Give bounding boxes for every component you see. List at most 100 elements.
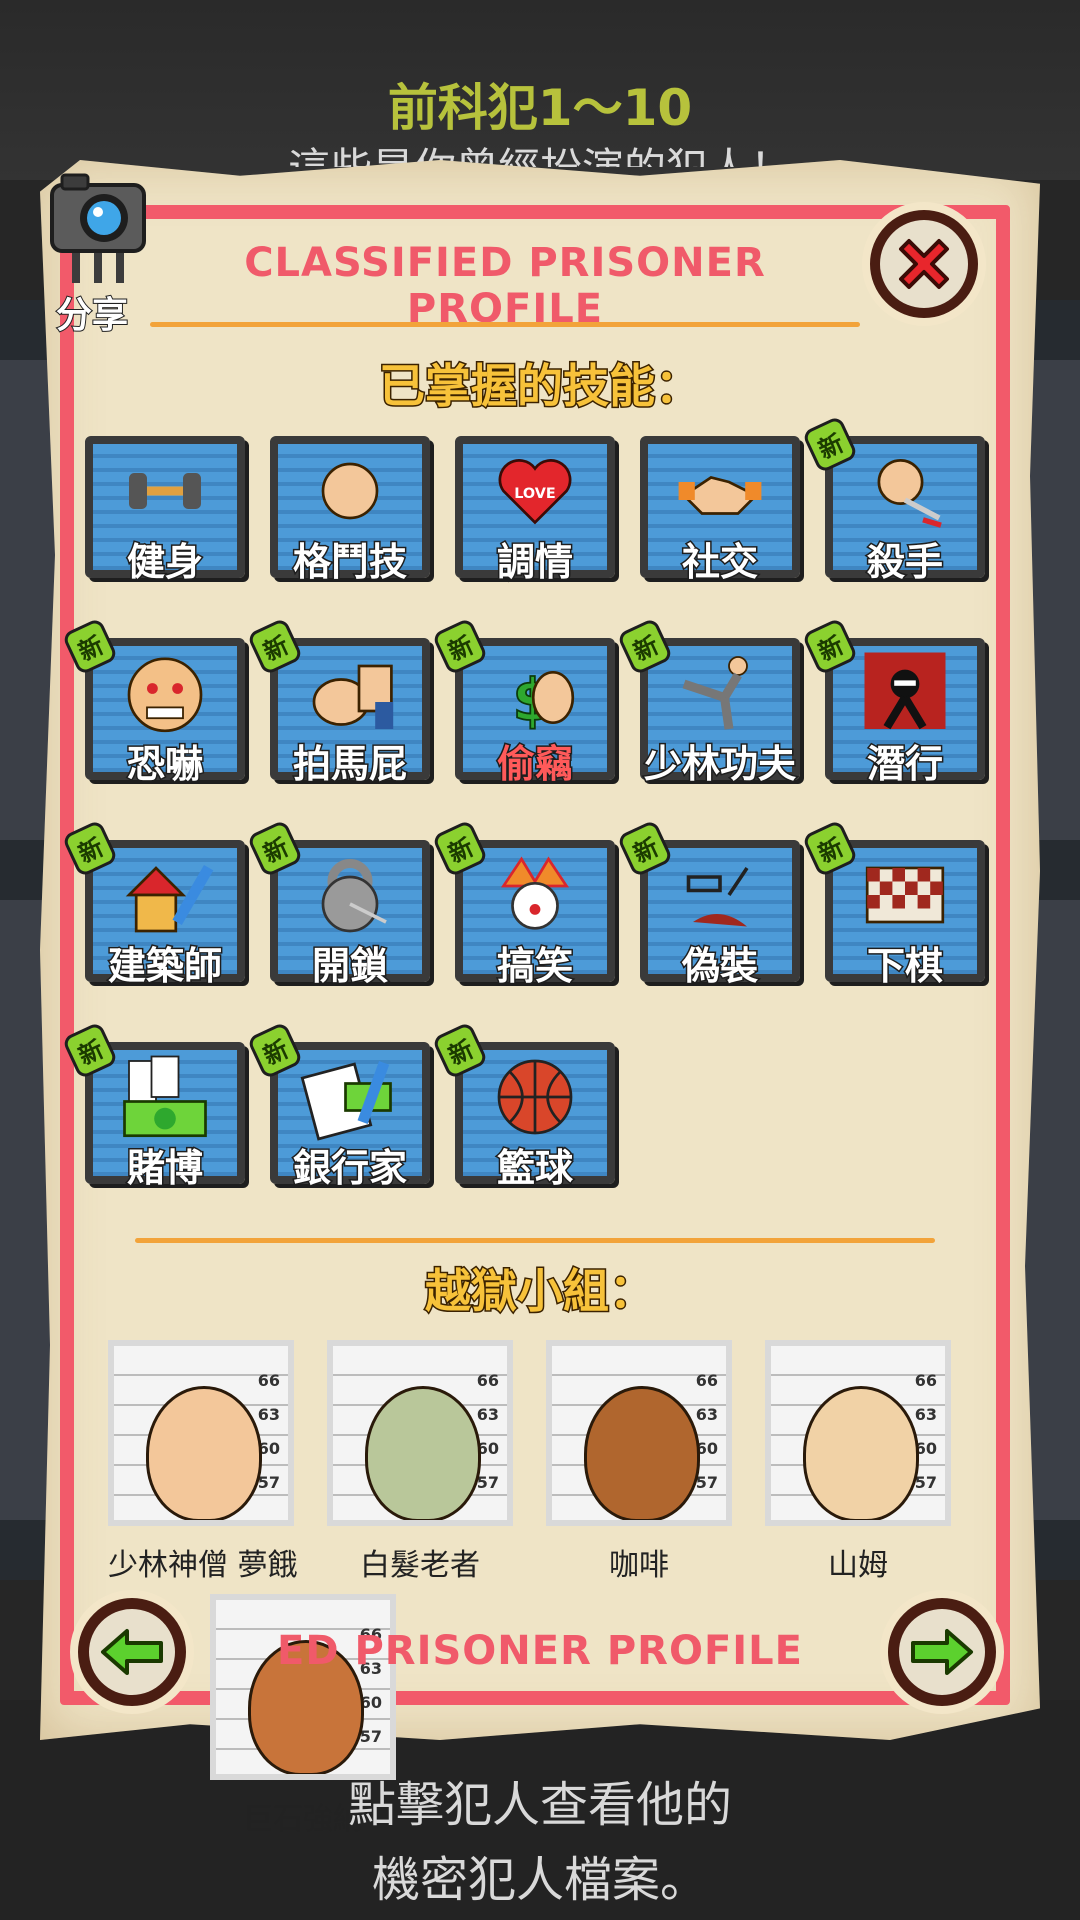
skill-label: 開鎖	[310, 943, 389, 990]
team-member-name: 山姆	[828, 1548, 888, 1583]
mugshot-number: 66	[914, 1371, 937, 1390]
skill-label: 拍馬屁	[291, 741, 408, 788]
skill-label: 建築師	[106, 943, 223, 990]
skill-label: 偽裝	[680, 943, 759, 990]
kick-icon	[682, 656, 748, 730]
skill-5[interactable]: 新殺手	[801, 415, 985, 586]
camera-icon	[50, 173, 146, 283]
skill-16[interactable]: 新賭博	[61, 1021, 245, 1192]
team-member-name: 咖啡	[609, 1548, 669, 1583]
kiss-hand-icon	[312, 664, 394, 729]
dollar-hand-icon: $	[512, 666, 575, 735]
height-chart: 66 63 60 57	[258, 1364, 280, 1500]
skill-label: 殺手	[865, 539, 944, 586]
mugshot-number: 66	[257, 1371, 280, 1390]
skill-label: 調情	[495, 539, 574, 586]
mugshot-photo: 66 63 60 57	[765, 1340, 951, 1526]
skill-label: 搞笑	[495, 943, 574, 990]
skill-10[interactable]: 新潛行	[801, 617, 985, 788]
arrow-right-icon	[911, 1629, 973, 1675]
team-heading: 越獄小組：	[424, 1263, 657, 1320]
skill-label: 籃球	[495, 1145, 574, 1192]
angry-face-icon	[127, 657, 203, 733]
mugshot-photo: 66 63 60 57	[327, 1340, 513, 1526]
mugshot-number: 63	[257, 1405, 280, 1424]
mugshot-number: 63	[476, 1405, 499, 1424]
mugshot-photo: 66 63 60 57	[108, 1340, 294, 1526]
skill-label: 潛行	[865, 741, 944, 788]
prisoner-portrait	[584, 1386, 700, 1520]
mugshot-number: 63	[914, 1405, 937, 1424]
skill-label: 銀行家	[291, 1145, 408, 1192]
prisoner-portrait	[146, 1386, 262, 1520]
mugshot-photo: 66 63 60 57	[210, 1594, 396, 1780]
profile-title: CLASSIFIED PRISONER PROFILE	[244, 240, 766, 332]
share-label[interactable]: 分享	[55, 286, 129, 338]
love-heart-icon: LOVE	[498, 459, 572, 525]
height-chart: 66 63 60 57	[696, 1364, 718, 1500]
skill-8[interactable]: $新偷竊	[431, 617, 615, 788]
footer-line-1: 點擊犯人查看他的	[347, 1777, 732, 1833]
arrow-left-icon	[101, 1629, 163, 1675]
skill-label: 下棋	[865, 943, 944, 990]
skill-3[interactable]: LOVE 調情	[455, 428, 615, 586]
share-camera-button[interactable]	[48, 165, 148, 285]
footer-line-2: 機密犯人檔案。	[371, 1852, 708, 1908]
ledger-money-icon	[300, 1061, 392, 1141]
house-pencil-icon	[125, 865, 214, 933]
skill-label: 健身	[125, 539, 204, 586]
cards-money-icon	[123, 1055, 207, 1138]
close-button[interactable]	[862, 202, 986, 326]
height-chart: 66 63 60 57	[477, 1364, 499, 1500]
mugshot-photo: 66 63 60 57	[546, 1340, 732, 1526]
disguise-icon	[686, 867, 749, 927]
prisoner-portrait	[365, 1386, 481, 1520]
divider	[150, 322, 860, 327]
team-member[interactable]: 66 63 60 57 咖啡	[546, 1340, 732, 1584]
team-member[interactable]: 66 63 60 57 山姆	[765, 1340, 951, 1584]
skill-label: 賭博	[125, 1145, 204, 1192]
chessboard-icon	[865, 866, 945, 924]
skill-7[interactable]: 新拍馬屁	[246, 617, 430, 788]
skill-1[interactable]: 健身	[85, 428, 245, 586]
skill-label: 社交	[680, 539, 759, 586]
team-member-name: 白髮老者	[360, 1548, 480, 1583]
skill-13[interactable]: 新搞笑	[431, 819, 615, 990]
page-title: 前科犯1～10	[387, 79, 693, 137]
jester-icon	[500, 856, 570, 930]
mugshot-number: 66	[695, 1371, 718, 1390]
skill-label: 恐嚇	[125, 741, 204, 788]
skill-2[interactable]: 格鬥技	[270, 428, 430, 586]
ninja-icon	[864, 652, 946, 730]
next-button[interactable]	[880, 1590, 1004, 1714]
team-member[interactable]: 66 63 60 57 少林神僧 夢餓	[108, 1340, 298, 1584]
skill-label: 偷竊	[495, 741, 574, 788]
skill-14[interactable]: 新偽裝	[616, 819, 800, 990]
close-icon	[899, 239, 949, 289]
prisoner-portrait	[803, 1386, 919, 1520]
skill-15[interactable]: 新下棋	[801, 819, 985, 990]
skill-17[interactable]: 新銀行家	[246, 1021, 430, 1192]
mugshot-number: 66	[476, 1371, 499, 1390]
divider	[135, 1238, 935, 1243]
skill-12[interactable]: 新開鎖	[246, 819, 430, 990]
skill-9[interactable]: 新少林功夫	[616, 617, 800, 788]
mugshot-number: 63	[695, 1405, 718, 1424]
prev-button[interactable]	[70, 1590, 194, 1714]
profile-title-bottom: ED PRISONER PROFILE	[277, 1628, 803, 1674]
team-member-name: 少林神僧 夢餓	[108, 1548, 298, 1583]
lock-pick-icon	[321, 859, 387, 933]
skills-heading: 已掌握的技能：	[378, 358, 703, 415]
basketball-icon	[497, 1059, 573, 1135]
skill-18[interactable]: 新籃球	[431, 1021, 615, 1192]
height-chart: 66 63 60 57	[915, 1364, 937, 1500]
dumbbell-icon	[129, 473, 201, 509]
knife-hand-icon	[877, 459, 942, 528]
skill-11[interactable]: 新建築師	[61, 819, 245, 990]
skill-label: 少林功夫	[642, 741, 797, 788]
skill-4[interactable]: 社交	[640, 428, 800, 586]
svg-text:LOVE: LOVE	[514, 486, 555, 502]
team-member[interactable]: 66 63 60 57 白髮老者	[327, 1340, 513, 1584]
skill-6[interactable]: 新恐嚇	[61, 617, 245, 788]
skill-label: 格鬥技	[291, 539, 408, 586]
